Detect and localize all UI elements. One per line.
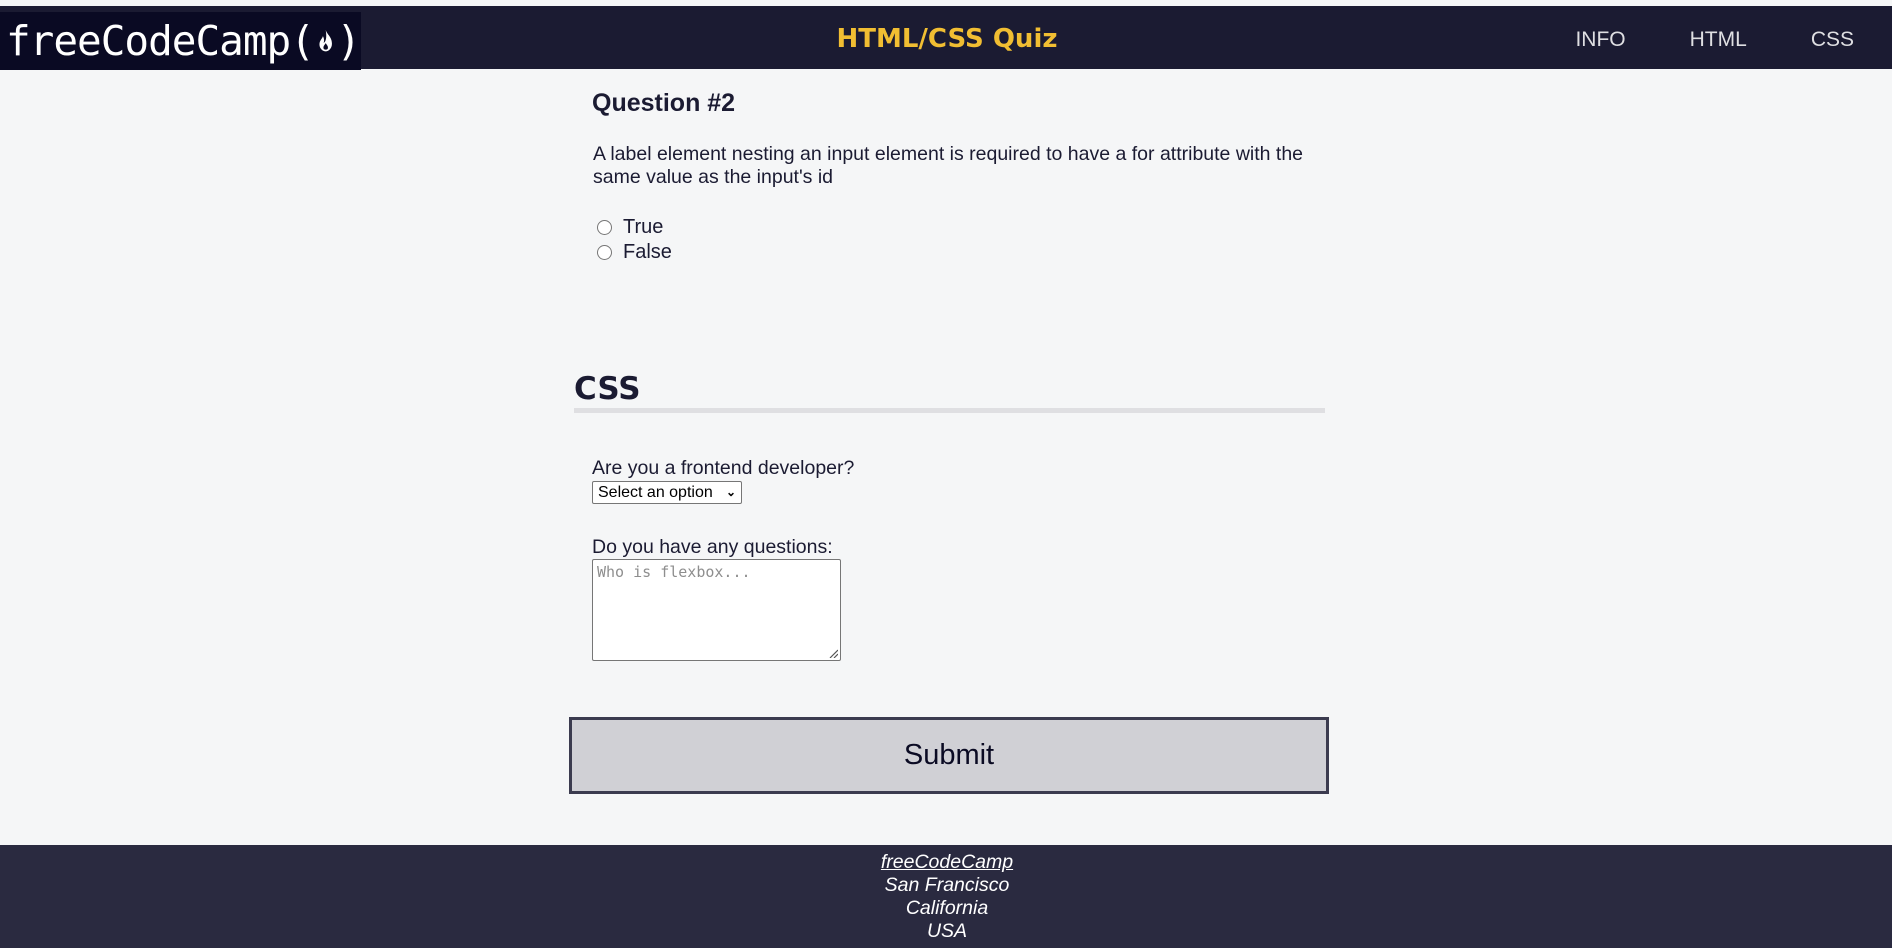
site-header: freeCodeCamp ( ) HTML/CSS Quiz INFO HTML… [0,6,1894,70]
footer-country: USA [926,920,968,942]
resize-grip-icon[interactable] [828,648,838,658]
questions-label: Do you have any questions: [592,536,833,558]
chevron-down-icon: ⌄ [725,485,736,499]
questions-textarea[interactable]: Who is flexbox... [592,559,841,661]
option-false[interactable]: False [597,241,672,264]
footer-state: California [905,897,989,919]
nav-link-info[interactable]: INFO [1575,28,1625,52]
questions-placeholder: Who is flexbox... [597,563,751,581]
footer-city: San Francisco [884,874,1010,896]
option-true-label: True [623,216,664,238]
submit-button[interactable]: Submit [569,717,1329,794]
footer-link-freecodecamp[interactable]: freeCodeCamp [881,851,1013,873]
question-text: A label element nesting an input element… [593,143,1304,188]
radio-false[interactable] [597,245,612,260]
option-true[interactable]: True [597,216,663,239]
section-divider [574,408,1325,413]
footer-link-row: freeCodeCamp [0,851,1894,874]
frontend-select-value: Select an option [598,484,713,501]
option-false-label: False [623,241,672,263]
question-title: Question #2 [592,89,736,117]
frontend-question-label: Are you a frontend developer? [592,457,855,479]
frontend-select[interactable]: Select an option ⌄ [592,481,742,504]
radio-true[interactable] [597,220,612,235]
nav-link-html[interactable]: HTML [1690,28,1747,52]
main-nav: INFO HTML CSS [1511,28,1854,52]
section-heading-css: CSS [574,371,641,407]
nav-link-css[interactable]: CSS [1811,28,1854,52]
page: freeCodeCamp ( ) HTML/CSS Quiz INFO HTML… [0,0,1894,948]
site-footer: freeCodeCamp San Francisco California US… [0,845,1894,948]
